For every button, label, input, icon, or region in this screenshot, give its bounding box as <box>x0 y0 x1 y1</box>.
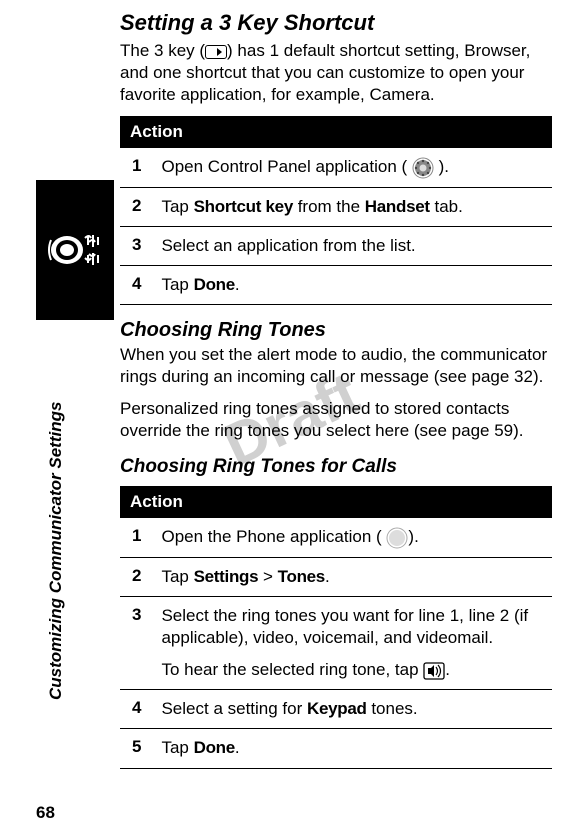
side-tab <box>36 180 114 320</box>
action-header: Action <box>120 116 552 148</box>
bold-label: Tones <box>278 567 325 586</box>
phone-app-icon <box>386 527 408 549</box>
step-text: Select a setting for Keypad tones. <box>151 690 552 729</box>
step-number: 1 <box>120 518 151 557</box>
step-text: Tap Settings > Tones. <box>151 557 552 596</box>
step-text: Tap Shortcut key from the Handset tab. <box>151 187 552 226</box>
step-post: . <box>235 275 240 294</box>
step-pre: Tap <box>161 275 193 294</box>
step-number: 1 <box>120 148 151 187</box>
step-main: Select the ring tones you want for line … <box>161 606 528 647</box>
bold-label: Keypad <box>307 699 367 718</box>
key-3-icon <box>205 45 227 59</box>
bold-label: Shortcut key <box>194 197 293 216</box>
step-pre: Open the Phone application ( <box>161 527 381 546</box>
speaker-icon <box>423 662 445 680</box>
table-row: 5 Tap Done. <box>120 729 552 768</box>
step-post: . <box>325 567 330 586</box>
step-sub-post: . <box>445 660 450 679</box>
table-row: 1 Open Control Panel application ( ). <box>120 148 552 187</box>
step-number: 4 <box>120 265 151 304</box>
main-content: Setting a 3 Key Shortcut The 3 key () ha… <box>120 10 552 777</box>
table-row: 3 Select an application from the list. <box>120 226 552 265</box>
shortcut-action-table: Action 1 Open Control Panel application … <box>120 116 552 305</box>
bell-icon <box>45 220 105 280</box>
page-number: 68 <box>36 803 55 823</box>
ringtones-para2: Personalized ring tones assigned to stor… <box>120 398 552 442</box>
step-post: ). <box>439 157 449 176</box>
step-text: Tap Done. <box>151 729 552 768</box>
step-pre: Open Control Panel application ( <box>161 157 407 176</box>
step-mid: > <box>258 567 277 586</box>
step-post: tab. <box>430 197 463 216</box>
step-number: 3 <box>120 226 151 265</box>
bold-label: Handset <box>365 197 430 216</box>
step-pre: Tap <box>161 567 193 586</box>
section-shortcut-title: Setting a 3 Key Shortcut <box>120 10 552 36</box>
action-header: Action <box>120 486 552 518</box>
bold-label: Settings <box>194 567 259 586</box>
section-ringtones-calls-title: Choosing Ring Tones for Calls <box>120 456 552 478</box>
intro-text-pre: The 3 key ( <box>120 41 205 60</box>
step-sub: To hear the selected ring tone, tap . <box>161 659 542 681</box>
step-pre: Tap <box>161 738 193 757</box>
step-sub-pre: To hear the selected ring tone, tap <box>161 660 423 679</box>
step-number: 2 <box>120 187 151 226</box>
step-number: 2 <box>120 557 151 596</box>
table-row: 4 Tap Done. <box>120 265 552 304</box>
step-post: . <box>235 738 240 757</box>
table-row: 3 Select the ring tones you want for lin… <box>120 597 552 690</box>
bold-label: Done <box>194 738 235 757</box>
step-text: Tap Done. <box>151 265 552 304</box>
section-ringtones-title: Choosing Ring Tones <box>120 319 552 342</box>
step-number: 4 <box>120 690 151 729</box>
sidebar-section-label: Customizing Communicator Settings <box>46 402 66 700</box>
step-number: 3 <box>120 597 151 690</box>
bold-label: Done <box>194 275 235 294</box>
step-number: 5 <box>120 729 151 768</box>
step-text: Select the ring tones you want for line … <box>151 597 552 690</box>
step-text: Select an application from the list. <box>151 226 552 265</box>
section-shortcut-intro: The 3 key () has 1 default shortcut sett… <box>120 40 552 106</box>
ringtones-para1: When you set the alert mode to audio, th… <box>120 344 552 388</box>
table-row: 1 Open the Phone application ( ). <box>120 518 552 557</box>
ringtones-action-table: Action 1 Open the Phone application ( ).… <box>120 486 552 768</box>
step-post: tones. <box>367 699 418 718</box>
step-text: Open the Phone application ( ). <box>151 518 552 557</box>
step-mid: from the <box>293 197 365 216</box>
table-row: 4 Select a setting for Keypad tones. <box>120 690 552 729</box>
control-panel-icon <box>412 157 434 179</box>
table-row: 2 Tap Shortcut key from the Handset tab. <box>120 187 552 226</box>
step-pre: Tap <box>161 197 193 216</box>
step-pre: Select a setting for <box>161 699 307 718</box>
step-text: Open Control Panel application ( ). <box>151 148 552 187</box>
step-post: ). <box>408 527 418 546</box>
table-row: 2 Tap Settings > Tones. <box>120 557 552 596</box>
